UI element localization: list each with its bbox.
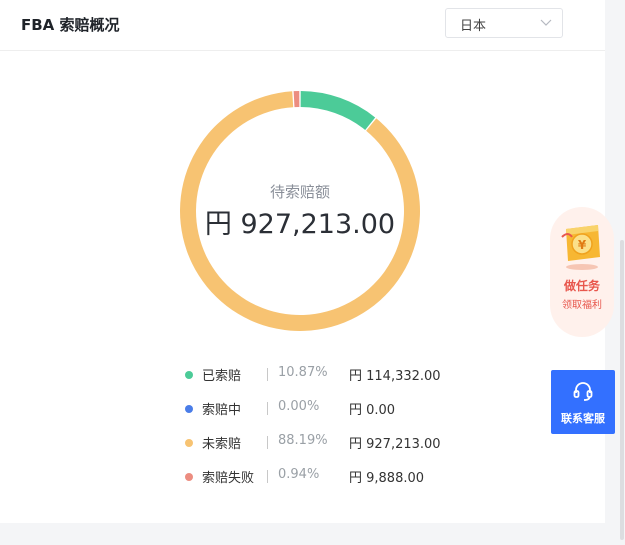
- legend-divider: [267, 368, 268, 381]
- legend-amount: 円 0.00: [349, 403, 396, 418]
- headset-icon: [573, 382, 593, 401]
- slice-claimed[interactable]: [300, 91, 376, 130]
- page-scrollbar[interactable]: [620, 240, 624, 540]
- svg-text:¥: ¥: [578, 238, 587, 252]
- legend-percent: 88.19%: [278, 433, 328, 448]
- legend-amount: 円 9,888.00: [349, 471, 425, 486]
- contact-support-label: 联系客服: [561, 412, 605, 425]
- legend-name: 未索赔: [202, 437, 242, 452]
- region-select[interactable]: 日本: [445, 8, 563, 38]
- claims-overview-card: FBA 索赔概况 日本 待索赔额 円 927,213.00 已索赔 10.87%…: [0, 0, 605, 523]
- task-widget-subtitle: 领取福利: [562, 300, 602, 311]
- legend-divider: [267, 470, 268, 483]
- card-header: FBA 索赔概况 日本: [0, 0, 605, 51]
- legend-percent: 0.94%: [278, 467, 320, 482]
- task-reward-widget[interactable]: ¥ 做任务 领取福利: [550, 207, 614, 337]
- chevron-down-icon: [540, 19, 552, 26]
- legend-dot: [185, 473, 193, 481]
- contact-support-button[interactable]: 联系客服: [551, 370, 615, 434]
- region-select-value: 日本: [460, 19, 487, 34]
- legend-percent: 10.87%: [278, 365, 328, 380]
- legend-percent: 0.00%: [278, 399, 320, 414]
- legend-dot: [185, 371, 193, 379]
- slice-failed[interactable]: [293, 91, 300, 108]
- legend-amount: 円 927,213.00: [349, 437, 441, 452]
- card-title: FBA 索赔概况: [21, 16, 120, 34]
- pending-claim-label: 待索赔额: [269, 183, 330, 201]
- legend-name: 索赔中: [202, 403, 242, 418]
- legend-divider: [267, 436, 268, 449]
- legend-dot: [185, 405, 193, 413]
- task-widget-title: 做任务: [563, 279, 600, 293]
- coin-gift-icon: ¥: [561, 225, 600, 270]
- legend-amount: 円 114,332.00: [349, 369, 441, 384]
- legend-name: 索赔失败: [202, 471, 255, 486]
- legend-divider: [267, 402, 268, 415]
- legend-dot: [185, 439, 193, 447]
- pending-claim-amount: 円 927,213.00: [204, 209, 396, 240]
- legend-name: 已索赔: [202, 369, 242, 384]
